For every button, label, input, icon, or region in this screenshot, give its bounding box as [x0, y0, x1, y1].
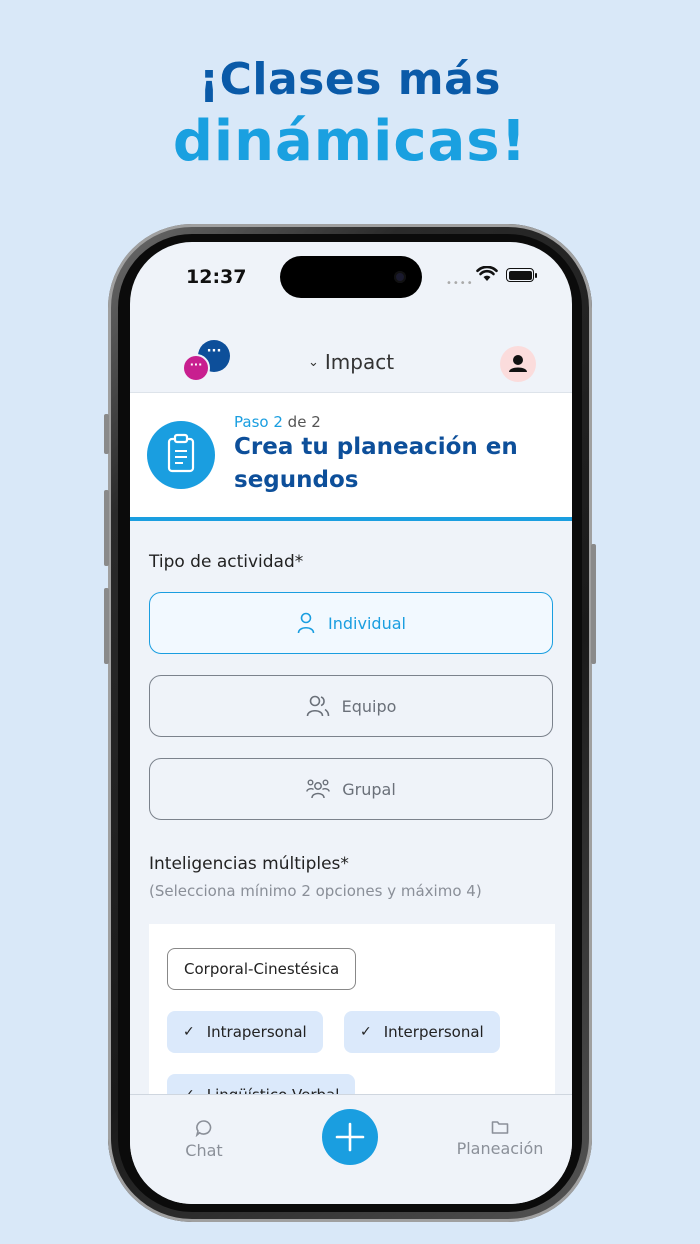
chip-label: Interpersonal	[383, 1023, 484, 1041]
step-counter: Paso 2 de 2	[234, 413, 321, 431]
status-bar: 12:37 ••••	[130, 242, 572, 312]
signal-icon: ••••	[446, 278, 474, 289]
org-selector[interactable]: ⌄ Impact	[308, 350, 394, 374]
step-of: de	[287, 413, 307, 431]
option-label: Individual	[328, 613, 406, 633]
person-icon	[297, 612, 315, 634]
tab-label: Planeación	[456, 1139, 544, 1158]
option-equipo[interactable]: Equipo	[149, 675, 553, 737]
phone-frame: 12:37 •••• ··· ··· ⌄ Impact Paso 2 de 2 …	[104, 224, 596, 1222]
chip-label: Corporal-Cinestésica	[184, 960, 340, 978]
activity-type-label: Tipo de actividad*	[149, 552, 304, 572]
option-label: Grupal	[342, 779, 396, 799]
power-button	[591, 544, 596, 664]
step-header-card: Paso 2 de 2 Crea tu planeación en segund…	[130, 392, 572, 521]
headline-line1: ¡Clases más	[199, 54, 501, 105]
dynamic-island	[280, 256, 422, 298]
tab-planeacion[interactable]: Planeación	[450, 1119, 550, 1158]
step-current: 2	[273, 413, 283, 431]
option-label: Equipo	[341, 696, 397, 716]
chat-bubble-icon	[195, 1120, 212, 1137]
chip-corporal-cinestesica[interactable]: Corporal-Cinestésica	[167, 948, 357, 990]
app-bar: ··· ··· ⌄ Impact	[130, 324, 572, 388]
add-button[interactable]	[322, 1109, 378, 1165]
tab-label: Chat	[185, 1141, 223, 1160]
battery-icon	[506, 268, 537, 282]
option-grupal[interactable]: Grupal	[149, 758, 553, 820]
logo-bubble-magenta: ···	[182, 354, 210, 382]
status-time: 12:37	[186, 266, 247, 288]
org-name: Impact	[324, 350, 395, 374]
chip-interpersonal[interactable]: ✓ Interpersonal	[344, 1011, 500, 1053]
action-button	[104, 414, 109, 454]
chevron-down-icon: ⌄	[308, 355, 319, 370]
people-icon	[306, 695, 329, 717]
phone-screen: 12:37 •••• ··· ··· ⌄ Impact Paso 2 de 2 …	[130, 242, 572, 1204]
chip-label: Intrapersonal	[206, 1023, 307, 1041]
intelligences-label: Inteligencias múltiples*	[149, 854, 349, 874]
headline-line2: dinámicas!	[172, 109, 528, 174]
chip-intrapersonal[interactable]: ✓ Intrapersonal	[167, 1011, 323, 1053]
volume-up-button	[104, 490, 109, 566]
step-title: Crea tu planeación en segundos	[234, 434, 518, 493]
bottom-tab-bar: Chat Planeación	[130, 1094, 572, 1204]
tab-chat[interactable]: Chat	[184, 1119, 224, 1160]
wifi-icon	[476, 266, 498, 281]
promo-headline: ¡Clases más dinámicas!	[0, 58, 700, 170]
step-total: 2	[311, 413, 321, 431]
clipboard-icon	[147, 421, 215, 489]
app-logo[interactable]: ··· ···	[182, 340, 232, 382]
plus-icon	[335, 1122, 365, 1152]
camera-icon	[394, 271, 406, 283]
volume-down-button	[104, 588, 109, 664]
step-prefix: Paso	[234, 413, 269, 431]
check-icon: ✓	[360, 1024, 372, 1040]
profile-avatar-button[interactable]	[500, 346, 536, 382]
intelligences-hint: (Selecciona mínimo 2 opciones y máximo 4…	[149, 882, 482, 900]
group-icon	[306, 779, 331, 799]
folder-icon	[491, 1121, 509, 1134]
user-icon	[509, 355, 527, 372]
check-icon: ✓	[183, 1024, 195, 1040]
option-individual[interactable]: Individual	[149, 592, 553, 654]
